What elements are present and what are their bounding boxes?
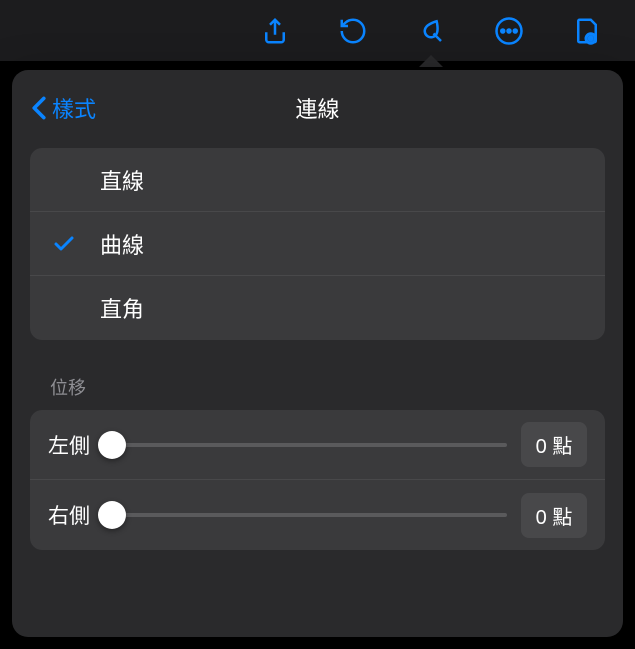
offset-left-value[interactable]: 0 點 [521, 422, 587, 467]
share-icon[interactable] [257, 13, 293, 49]
check-icon [52, 232, 76, 256]
offset-right-row: 右側 0 點 [30, 480, 605, 550]
back-label: 樣式 [52, 92, 96, 124]
offset-right-label: 右側 [48, 500, 98, 530]
popover-header: 樣式 連線 [30, 88, 605, 128]
offset-slider-group: 左側 0 點 右側 0 點 [30, 410, 605, 550]
line-type-curve[interactable]: 曲線 [30, 212, 605, 276]
format-brush-icon[interactable] [413, 13, 449, 49]
option-label: 曲線 [100, 228, 144, 260]
popover-title: 連線 [295, 92, 339, 124]
back-button[interactable]: 樣式 [30, 92, 96, 124]
line-type-right-angle[interactable]: 直角 [30, 276, 605, 340]
offset-section-label: 位移 [30, 374, 605, 400]
offset-right-value[interactable]: 0 點 [521, 493, 587, 538]
slider-thumb[interactable] [98, 431, 126, 459]
document-icon[interactable] [569, 13, 605, 49]
offset-right-slider[interactable] [112, 513, 507, 517]
line-type-straight[interactable]: 直線 [30, 148, 605, 212]
toolbar [0, 0, 635, 62]
undo-icon[interactable] [335, 13, 371, 49]
offset-left-row: 左側 0 點 [30, 410, 605, 480]
slider-thumb[interactable] [98, 501, 126, 529]
format-popover: 樣式 連線 直線 曲線 直角 位移 左側 0 點 右側 [12, 70, 623, 637]
offset-left-label: 左側 [48, 430, 98, 460]
more-icon[interactable] [491, 13, 527, 49]
option-label: 直線 [100, 164, 144, 196]
option-label: 直角 [100, 292, 144, 324]
offset-left-slider[interactable] [112, 443, 507, 447]
line-type-list: 直線 曲線 直角 [30, 148, 605, 340]
